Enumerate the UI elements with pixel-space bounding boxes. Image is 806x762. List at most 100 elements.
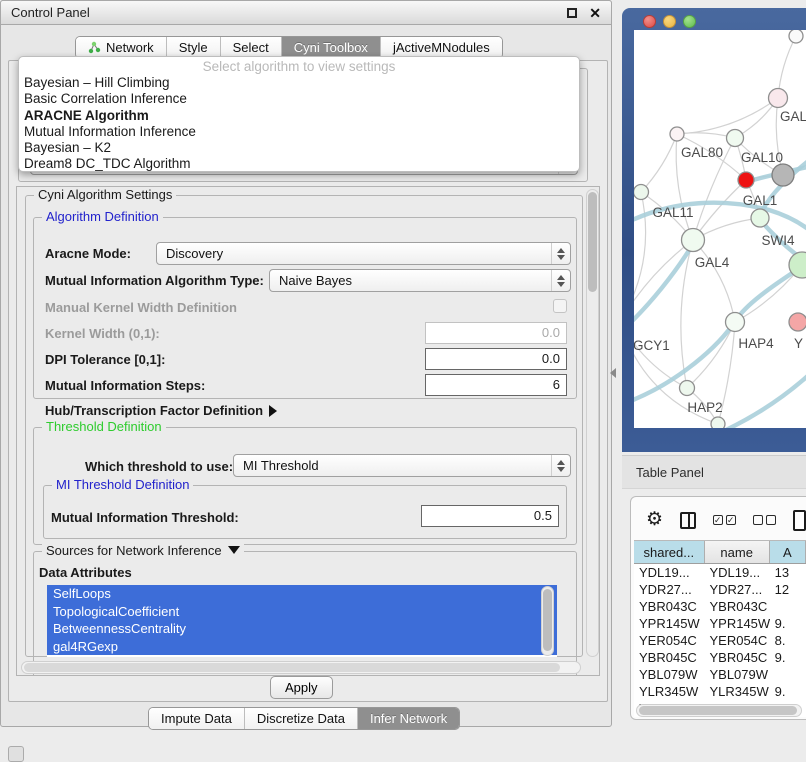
table-cell: YBR045C xyxy=(704,649,769,666)
mac-minimize-icon[interactable] xyxy=(663,15,676,28)
algorithm-option[interactable]: ARACNE Algorithm xyxy=(19,108,579,124)
network-node-red[interactable] xyxy=(738,172,754,188)
table-row[interactable]: YPR145WYPR145W9. xyxy=(634,615,806,632)
export-table-icon[interactable] xyxy=(793,510,806,531)
table-cell xyxy=(770,598,806,615)
network-graph[interactable]: GALGAL80GAL10GAL11GAL1SWI4GAL4GCY1HAP4YH… xyxy=(634,30,806,428)
network-node-label: GAL4 xyxy=(695,255,730,270)
column-header[interactable]: name xyxy=(705,541,770,563)
split-divider-handle-icon[interactable] xyxy=(610,368,616,378)
cyni-algorithm-settings-title: Cyni Algorithm Settings xyxy=(34,187,176,202)
aracne-mode-value: Discovery xyxy=(157,246,551,261)
manual-kernel-width-checkbox[interactable] xyxy=(553,299,567,313)
network-node-label: GAL10 xyxy=(741,150,783,165)
table-row[interactable]: YBR045CYBR045C9. xyxy=(634,649,806,666)
attribute-item[interactable]: BetweennessCentrality xyxy=(47,620,557,638)
close-icon[interactable]: ✕ xyxy=(589,8,601,18)
table-horizontal-scrollbar[interactable] xyxy=(636,704,802,717)
network-edge-thick xyxy=(726,372,806,428)
float-window-icon[interactable] xyxy=(567,8,577,18)
settings-scrollpane: Cyni Algorithm Settings Algorithm Defini… xyxy=(16,186,600,676)
hub-definition-toggle[interactable]: Hub/Transcription Factor Definition xyxy=(45,403,277,418)
network-node-ntop[interactable] xyxy=(789,30,803,43)
table-row[interactable]: YDR27...YDR27...12 xyxy=(634,581,806,598)
attribute-item[interactable]: SelfLoops xyxy=(47,585,557,603)
column-visibility-icon[interactable] xyxy=(680,512,696,529)
network-node-label: GAL1 xyxy=(743,193,778,208)
network-canvas[interactable]: GALGAL80GAL10GAL11GAL1SWI4GAL4GCY1HAP4YH… xyxy=(634,30,806,428)
tab-network[interactable]: Network xyxy=(76,37,167,58)
aracne-mode-combobox[interactable]: Discovery xyxy=(156,242,571,265)
table-cell: 12 xyxy=(770,581,806,598)
algorithm-option[interactable]: Mutual Information Inference xyxy=(19,124,579,140)
algorithm-dropdown-placeholder: Select algorithm to view settings xyxy=(19,58,579,75)
table-row[interactable]: YBR043CYBR043C xyxy=(634,598,806,615)
network-node-GAL11[interactable] xyxy=(634,185,649,200)
network-node-label: Y xyxy=(794,336,803,351)
mac-close-icon[interactable] xyxy=(643,15,656,28)
tab-cyni-toolbox[interactable]: Cyni Toolbox xyxy=(282,37,381,58)
network-node-GAL80[interactable] xyxy=(670,127,684,141)
tab-label: Infer Network xyxy=(370,711,447,726)
network-node-HAP2[interactable] xyxy=(680,381,695,396)
tab-jactivemnodules[interactable]: jActiveMNodules xyxy=(381,37,502,58)
tab-label: Cyni Toolbox xyxy=(294,40,368,55)
network-node-GAL1[interactable] xyxy=(751,209,769,227)
table-row[interactable]: YLR345WYLR345W9. xyxy=(634,683,806,700)
tab-label: Discretize Data xyxy=(257,711,345,726)
which-threshold-value: MI Threshold xyxy=(234,458,551,473)
network-node-HAP4[interactable] xyxy=(726,313,745,332)
tab-label: Network xyxy=(106,40,154,55)
network-node-GAL4[interactable] xyxy=(682,229,705,252)
tab-impute-data[interactable]: Impute Data xyxy=(149,708,245,729)
tab-infer-network[interactable]: Infer Network xyxy=(358,708,459,729)
table-cell: YBR043C xyxy=(704,598,769,615)
algorithm-option[interactable]: Bayesian – Hill Climbing xyxy=(19,75,579,91)
mi-threshold-field[interactable]: 0.5 xyxy=(421,505,559,527)
algorithm-option[interactable]: Basic Correlation Inference xyxy=(19,91,579,107)
table-row[interactable]: YER054CYER054C8. xyxy=(634,632,806,649)
attributes-list-scrollbar[interactable] xyxy=(541,586,554,656)
table-row[interactable]: YDL19...YDL19...13 xyxy=(634,564,806,581)
mac-zoom-icon[interactable] xyxy=(683,15,696,28)
control-panel-title: Control Panel xyxy=(11,5,567,20)
attribute-item[interactable]: gal4RGexp xyxy=(47,638,557,656)
dpi-tolerance-field[interactable]: 0.0 xyxy=(425,348,567,370)
which-threshold-label: Which threshold to use: xyxy=(85,459,233,474)
data-attributes-list: SelfLoopsTopologicalCoefficientBetweenne… xyxy=(47,585,557,657)
network-edge-thick xyxy=(634,268,800,402)
table-row[interactable]: YBL079WYBL079W xyxy=(634,666,806,683)
kernel-width-field[interactable]: 0.0 xyxy=(425,322,567,344)
column-header[interactable]: A xyxy=(770,541,806,563)
settings-horizontal-scrollbar[interactable] xyxy=(21,661,581,674)
kernel-width-label: Kernel Width (0,1): xyxy=(45,326,160,341)
apply-button[interactable]: Apply xyxy=(270,676,333,699)
tab-select[interactable]: Select xyxy=(221,37,282,58)
network-node-gray[interactable] xyxy=(772,164,794,186)
network-tab-icon xyxy=(88,41,101,54)
settings-vertical-scrollbar[interactable] xyxy=(586,189,599,657)
algorithm-option[interactable]: Dream8 DC_TDC Algorithm xyxy=(19,156,579,172)
table-settings-gear-icon[interactable]: ⚙ xyxy=(646,510,663,530)
algorithm-option[interactable]: Bayesian – K2 xyxy=(19,140,579,156)
sources-title[interactable]: Sources for Network Inference xyxy=(42,543,244,558)
combobox-arrows-icon xyxy=(551,455,570,476)
tab-style[interactable]: Style xyxy=(167,37,221,58)
tab-discretize-data[interactable]: Discretize Data xyxy=(245,708,358,729)
attribute-item[interactable]: TopologicalCoefficient xyxy=(47,603,557,621)
expanded-arrow-icon xyxy=(228,546,240,554)
collapsed-panel-button[interactable] xyxy=(8,746,24,762)
network-node-pink[interactable] xyxy=(769,89,788,108)
table-cell: YBL079W xyxy=(634,666,704,683)
network-edge xyxy=(634,192,646,322)
network-node-GAL10[interactable] xyxy=(727,130,744,147)
deselect-all-icon[interactable] xyxy=(753,515,776,525)
network-node-salmon[interactable] xyxy=(789,313,806,331)
select-all-icon[interactable]: ✓✓ xyxy=(713,515,736,525)
column-header[interactable]: shared... xyxy=(634,541,705,563)
network-edge xyxy=(641,134,677,192)
network-node-bottom[interactable] xyxy=(711,417,725,428)
which-threshold-combobox[interactable]: MI Threshold xyxy=(233,454,571,477)
mi-steps-field[interactable]: 6 xyxy=(425,374,567,396)
mi-algorithm-type-combobox[interactable]: Naive Bayes xyxy=(269,269,571,292)
